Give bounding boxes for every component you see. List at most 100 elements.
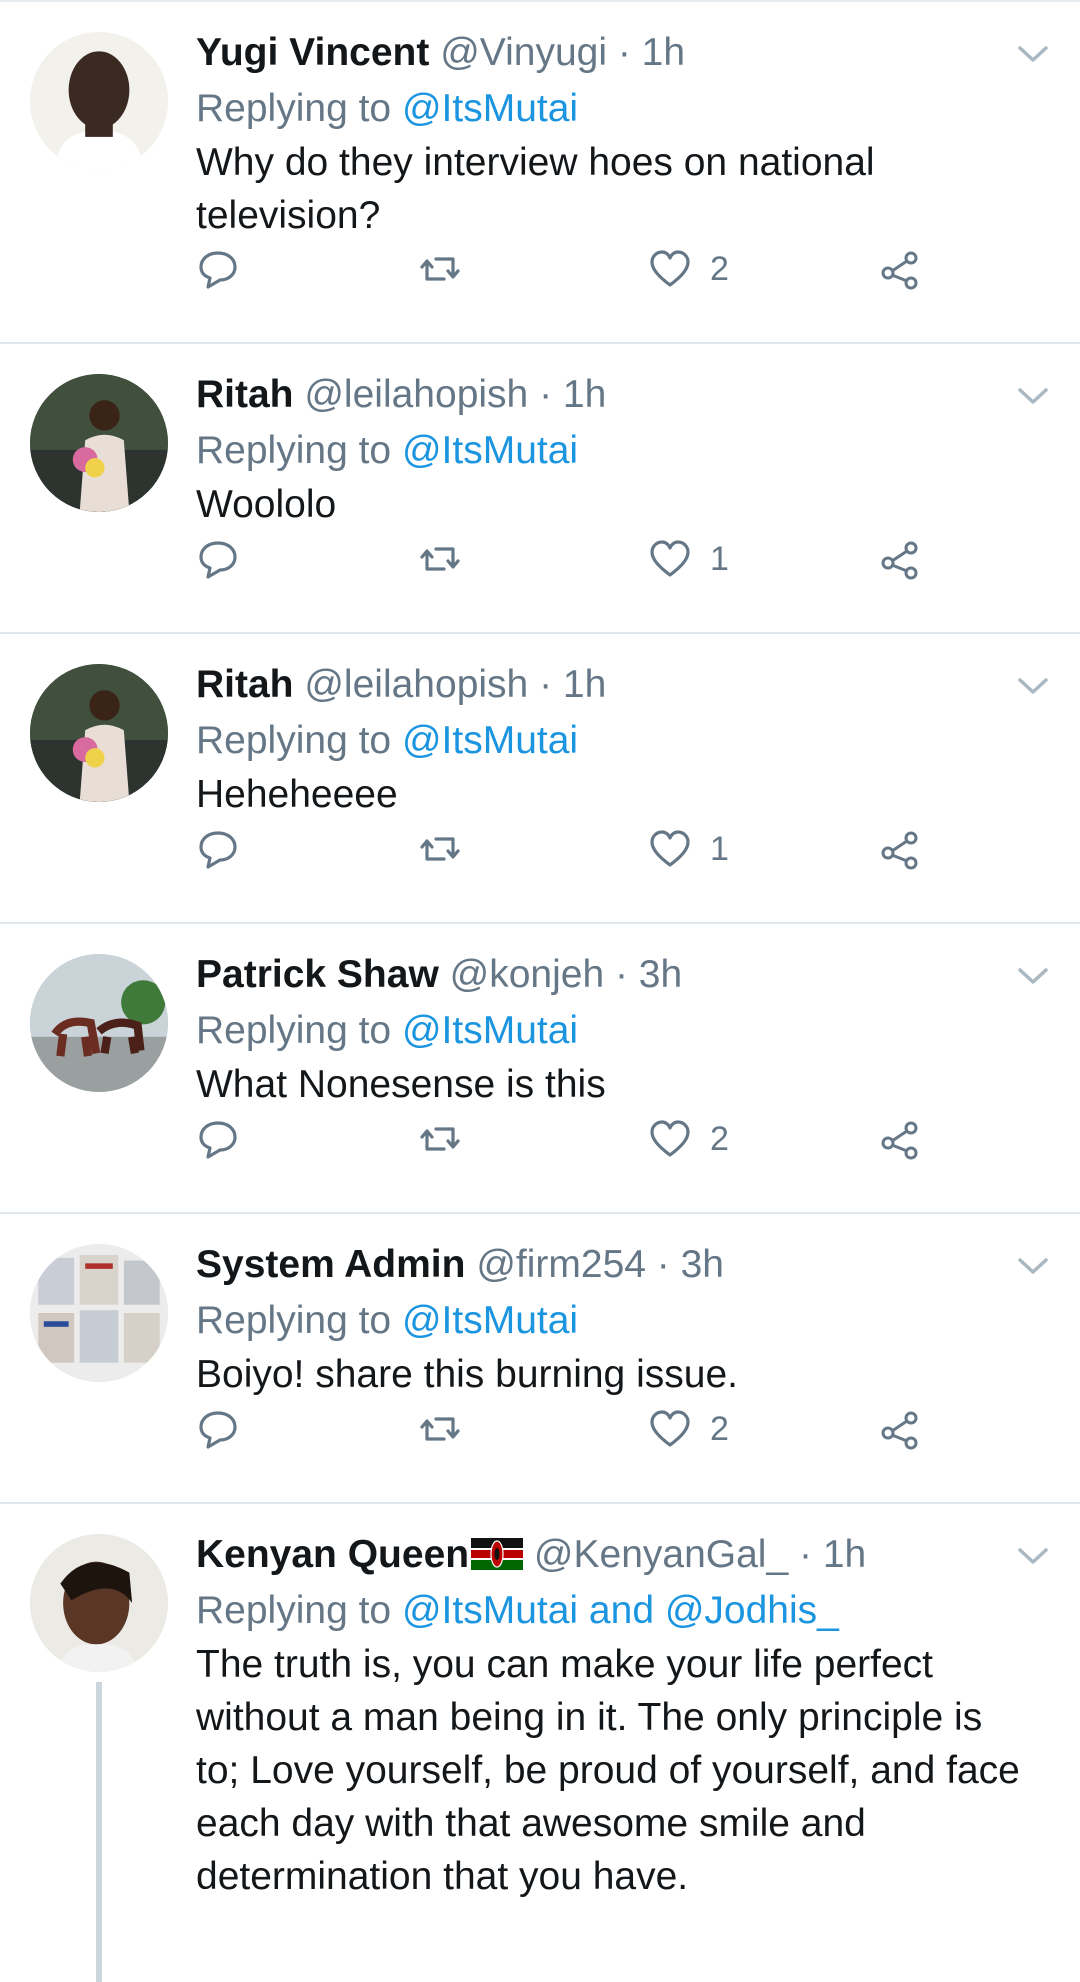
tweet-header: System Admin @firm254 · 3h [196, 1242, 1020, 1288]
tweet-actions: 2 [196, 242, 956, 302]
reply-button[interactable] [196, 1112, 240, 1166]
thread-line [96, 1682, 102, 1982]
reply-icon [199, 251, 237, 289]
tweet[interactable]: Ritah @leilahopish · 1h Replying to @Its… [0, 344, 1080, 634]
handle[interactable]: @leilahopish [304, 373, 528, 416]
timestamp[interactable]: · 3h [615, 953, 682, 996]
mention-link[interactable]: @ItsMutai [402, 1299, 578, 1342]
tweet-header: Yugi Vincent @Vinyugi · 1h [196, 30, 1020, 76]
like-button[interactable]: 1 [648, 822, 729, 876]
retweet-button[interactable] [418, 242, 462, 296]
like-button[interactable]: 1 [648, 532, 729, 586]
tweet[interactable]: Patrick Shaw @konjeh · 3h Replying to @I… [0, 924, 1080, 1214]
heart-icon [650, 1410, 690, 1447]
display-name[interactable]: Ritah [196, 663, 294, 706]
timestamp[interactable]: · 1h [539, 373, 606, 416]
avatar[interactable] [30, 32, 168, 170]
display-name[interactable]: Patrick Shaw [196, 953, 439, 996]
tweet-header: Patrick Shaw @konjeh · 3h [196, 952, 1020, 998]
timestamp[interactable]: · 3h [657, 1243, 724, 1286]
tweet-text: Why do they interview hoes on national t… [196, 141, 875, 237]
share-button[interactable] [878, 822, 922, 876]
tweet-header: Ritah @leilahopish · 1h [196, 372, 1020, 418]
tweet-actions: 1 [196, 532, 956, 592]
chevron-down-icon[interactable] [1016, 1544, 1050, 1568]
heart-icon [650, 830, 690, 867]
share-icon [881, 831, 918, 870]
retweet-button[interactable] [418, 1402, 462, 1456]
display-name[interactable]: Ritah [196, 373, 294, 416]
reply-button[interactable] [196, 532, 240, 586]
share-button[interactable] [878, 242, 922, 296]
like-count: 1 [710, 829, 729, 868]
display-name[interactable]: Kenyan Queen [196, 1533, 469, 1576]
tweet-actions: 2 [196, 1402, 956, 1462]
share-icon [881, 1411, 918, 1450]
retweet-button[interactable] [418, 532, 462, 586]
tweet[interactable]: Yugi Vincent @Vinyugi · 1h Replying to @… [0, 2, 1080, 344]
tweet-text: The truth is, you can make your life per… [196, 1643, 1020, 1898]
avatar[interactable] [30, 1534, 168, 1672]
like-count: 2 [710, 1119, 729, 1158]
retweet-icon [420, 257, 460, 281]
handle[interactable]: @firm254 [476, 1243, 646, 1286]
chevron-down-icon[interactable] [1016, 42, 1050, 66]
replying-to: Replying to @ItsMutai [196, 1299, 579, 1342]
heart-icon [650, 250, 690, 287]
like-button[interactable]: 2 [648, 242, 729, 296]
retweet-button[interactable] [418, 1112, 462, 1166]
handle[interactable]: @konjeh [450, 953, 605, 996]
timestamp[interactable]: · 1h [618, 31, 685, 74]
reply-button[interactable] [196, 242, 240, 296]
tweet-actions: 1 [196, 822, 956, 882]
display-name[interactable]: Yugi Vincent [196, 31, 429, 74]
tweet-actions: 2 [196, 1112, 956, 1172]
tweet-header: Ritah @leilahopish · 1h [196, 662, 1020, 708]
mention-link[interactable]: @ItsMutai [402, 87, 578, 130]
mention-link[interactable]: @ItsMutai and @Jodhis_ [402, 1589, 839, 1632]
retweet-button[interactable] [418, 822, 462, 876]
kenya-flag-icon [471, 1538, 524, 1570]
avatar[interactable] [30, 374, 168, 512]
like-count: 1 [710, 539, 729, 578]
tweet[interactable]: Ritah @leilahopish · 1h Replying to @Its… [0, 634, 1080, 924]
avatar[interactable] [30, 1244, 168, 1382]
share-button[interactable] [878, 532, 922, 586]
share-button[interactable] [878, 1402, 922, 1456]
replying-to: Replying to @ItsMutai [196, 429, 579, 472]
tweet-text: What Nonesense is this [196, 1063, 606, 1106]
timestamp[interactable]: · 1h [799, 1533, 866, 1576]
replying-to: Replying to @ItsMutai [196, 719, 579, 762]
share-button[interactable] [878, 1112, 922, 1166]
tweet[interactable]: Kenyan Queen @KenyanGal_ · 1h Replying t… [0, 1504, 1080, 1982]
tweet-header: Kenyan Queen @KenyanGal_ · 1h [196, 1532, 1020, 1578]
handle[interactable]: @KenyanGal_ [534, 1533, 788, 1576]
reply-icon [199, 1121, 237, 1159]
handle[interactable]: @leilahopish [304, 663, 528, 706]
chevron-down-icon[interactable] [1016, 384, 1050, 408]
chevron-down-icon[interactable] [1016, 964, 1050, 988]
share-icon [881, 541, 918, 580]
avatar[interactable] [30, 664, 168, 802]
reply-button[interactable] [196, 1402, 240, 1456]
display-name[interactable]: System Admin [196, 1243, 465, 1286]
mention-link[interactable]: @ItsMutai [402, 429, 578, 472]
chevron-down-icon[interactable] [1016, 674, 1050, 698]
timestamp[interactable]: · 1h [539, 663, 606, 706]
like-count: 2 [710, 1409, 729, 1448]
like-count: 2 [710, 249, 729, 288]
mention-link[interactable]: @ItsMutai [402, 1009, 578, 1052]
like-button[interactable]: 2 [648, 1402, 729, 1456]
mention-link[interactable]: @ItsMutai [402, 719, 578, 762]
retweet-icon [420, 1417, 460, 1441]
tweet-text: Boiyo! share this burning issue. [196, 1353, 738, 1396]
tweet-text: Heheheeee [196, 773, 398, 816]
chevron-down-icon[interactable] [1016, 1254, 1050, 1278]
tweet[interactable]: System Admin @firm254 · 3h Replying to @… [0, 1214, 1080, 1504]
reply-button[interactable] [196, 822, 240, 876]
like-button[interactable]: 2 [648, 1112, 729, 1166]
handle[interactable]: @Vinyugi [440, 31, 607, 74]
avatar[interactable] [30, 954, 168, 1092]
share-icon [881, 251, 918, 290]
replying-to: Replying to @ItsMutai [196, 1009, 579, 1052]
